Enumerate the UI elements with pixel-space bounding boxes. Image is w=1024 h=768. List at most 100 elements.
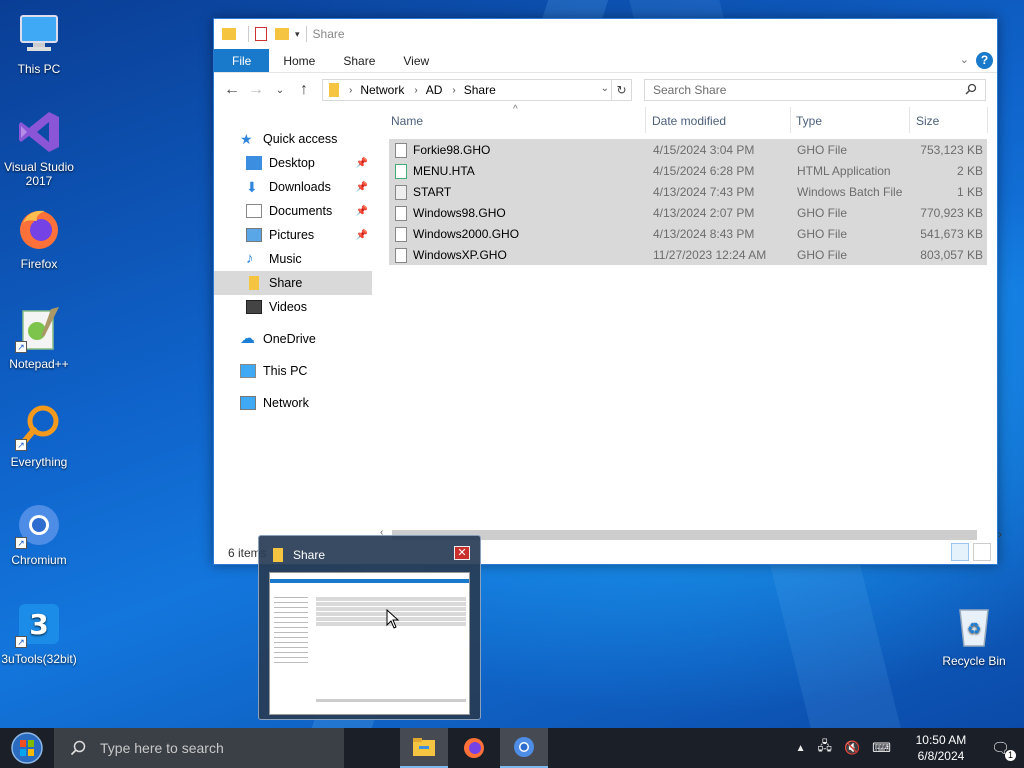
- keyboard-icon[interactable]: ⌨: [872, 740, 891, 756]
- column-date[interactable]: Date modified: [652, 114, 726, 128]
- expand-ribbon-icon[interactable]: ⌄: [960, 53, 969, 66]
- nav-label: Videos: [269, 300, 307, 314]
- recycle-bin-icon: ♻: [950, 602, 998, 650]
- recent-locations-icon[interactable]: ⌄: [268, 85, 292, 96]
- batch-file-icon: [395, 185, 407, 200]
- new-folder-icon[interactable]: [275, 28, 289, 40]
- tab-home[interactable]: Home: [269, 49, 329, 72]
- nav-network[interactable]: Network: [214, 391, 372, 415]
- breadcrumb-separator[interactable]: ›: [349, 85, 352, 96]
- nav-quick-access[interactable]: ★ Quick access: [214, 127, 372, 151]
- up-arrow-icon[interactable]: ↑: [292, 81, 316, 99]
- desktop-icon-this-pc[interactable]: This PC: [1, 10, 77, 76]
- large-icons-view-icon[interactable]: [973, 543, 991, 561]
- breadcrumb-separator[interactable]: ›: [452, 85, 455, 96]
- taskbar-search-input[interactable]: Type here to search: [54, 728, 344, 768]
- file-row[interactable]: Forkie98.GHO 4/15/2024 3:04 PM GHO File …: [389, 139, 987, 160]
- taskbar-chromium[interactable]: [500, 728, 548, 768]
- search-placeholder: Search Share: [653, 83, 727, 97]
- nav-desktop[interactable]: Desktop 📌: [214, 151, 372, 175]
- details-view-icon[interactable]: [951, 543, 969, 561]
- column-divider[interactable]: [987, 107, 988, 133]
- explorer-window[interactable]: ▾ Share File Home Share View ⌄ ? ← → ⌄ ↑…: [213, 18, 1002, 565]
- column-divider[interactable]: [645, 107, 646, 133]
- file-date: 4/15/2024 3:04 PM: [653, 143, 755, 157]
- nav-label: Documents: [269, 204, 333, 218]
- system-tray: ▲ 🖧 🔇 ⌨ 10:50 AM 6/8/2024 🗨 1: [790, 728, 1024, 768]
- file-row[interactable]: Windows98.GHO 4/13/2024 2:07 PM GHO File…: [389, 202, 987, 223]
- desktop-icon-recycle-bin[interactable]: ♻ Recycle Bin: [936, 602, 1012, 668]
- show-hidden-icons-icon[interactable]: ▲: [796, 743, 806, 754]
- nav-downloads[interactable]: ⬇ Downloads 📌: [214, 175, 372, 199]
- desktop-folder-icon: [246, 156, 262, 170]
- notepadpp-icon: ↗: [15, 305, 63, 353]
- clock[interactable]: 10:50 AM 6/8/2024: [907, 732, 975, 764]
- quick-access-dropdown-icon[interactable]: ▾: [295, 29, 300, 40]
- file-type: HTML Application: [797, 164, 891, 178]
- breadcrumb-share[interactable]: Share: [464, 83, 496, 97]
- file-size: 1 KB: [956, 185, 983, 199]
- column-divider[interactable]: [909, 107, 910, 133]
- refresh-icon[interactable]: ↻: [611, 80, 631, 100]
- address-dropdown-icon[interactable]: ⌄: [601, 83, 609, 94]
- pin-icon[interactable]: 📌: [356, 230, 368, 241]
- taskbar-file-explorer[interactable]: [400, 728, 448, 768]
- breadcrumb-separator[interactable]: ›: [414, 85, 417, 96]
- nav-documents[interactable]: Documents 📌: [214, 199, 372, 223]
- star-icon: ★: [240, 131, 253, 147]
- taskbar-thumbnail-preview[interactable]: Share ✕: [258, 535, 481, 720]
- breadcrumb-network[interactable]: Network: [360, 83, 404, 97]
- desktop-icon-firefox[interactable]: Firefox: [1, 205, 77, 271]
- tab-view[interactable]: View: [389, 49, 443, 72]
- taskbar-firefox[interactable]: [450, 728, 498, 768]
- nav-this-pc[interactable]: This PC: [214, 359, 372, 383]
- properties-icon[interactable]: [255, 27, 267, 41]
- forward-arrow-icon[interactable]: →: [244, 81, 268, 99]
- mouse-cursor-icon: [386, 609, 400, 629]
- everything-icon: ↗: [15, 403, 63, 451]
- nav-videos[interactable]: Videos: [214, 295, 372, 319]
- address-bar[interactable]: › Network › AD › Share ⌄ ↻: [322, 79, 632, 101]
- desktop-icon-chromium[interactable]: ↗ Chromium: [1, 501, 77, 567]
- column-name[interactable]: Name: [391, 114, 423, 128]
- nav-pictures[interactable]: Pictures 📌: [214, 223, 372, 247]
- file-size: 541,673 KB: [920, 227, 983, 241]
- pin-icon[interactable]: 📌: [356, 182, 368, 193]
- breadcrumb-ad[interactable]: AD: [426, 83, 443, 97]
- help-icon[interactable]: ?: [976, 52, 993, 69]
- desktop-icon-everything[interactable]: ↗ Everything: [1, 403, 77, 469]
- column-divider[interactable]: [790, 107, 791, 133]
- nav-music[interactable]: ♪ Music: [214, 247, 372, 271]
- column-size[interactable]: Size: [916, 114, 939, 128]
- search-icon: [70, 740, 86, 756]
- desktop-icon-notepadpp[interactable]: ↗ Notepad++: [1, 305, 77, 371]
- back-arrow-icon[interactable]: ←: [220, 81, 244, 99]
- search-icon: [965, 83, 977, 95]
- search-input[interactable]: Search Share: [644, 79, 986, 101]
- notification-icon[interactable]: 🗨 1: [991, 739, 1016, 761]
- file-row[interactable]: WindowsXP.GHO 11/27/2023 12:24 AM GHO Fi…: [389, 244, 987, 265]
- start-button[interactable]: [0, 728, 54, 768]
- computer-icon: [15, 10, 63, 58]
- pin-icon[interactable]: 📌: [356, 158, 368, 169]
- preview-thumbnail[interactable]: [269, 572, 470, 715]
- scroll-right-icon[interactable]: ›: [998, 527, 1002, 541]
- volume-muted-icon[interactable]: 🔇: [844, 740, 860, 756]
- pin-icon[interactable]: 📌: [356, 206, 368, 217]
- column-type[interactable]: Type: [796, 114, 822, 128]
- file-row[interactable]: MENU.HTA 4/15/2024 6:28 PM HTML Applicat…: [389, 160, 987, 181]
- tab-share[interactable]: Share: [329, 49, 389, 72]
- shortcut-arrow-icon: ↗: [15, 537, 27, 549]
- title-bar[interactable]: ▾ Share: [214, 19, 997, 49]
- desktop-icon-visual-studio[interactable]: Visual Studio 2017: [1, 108, 77, 188]
- close-icon[interactable]: ✕: [454, 546, 470, 560]
- taskbar: Type here to search ▲ 🖧 🔇 ⌨ 10:50 AM 6/8…: [0, 728, 1024, 768]
- file-row[interactable]: Windows2000.GHO 4/13/2024 8:43 PM GHO Fi…: [389, 223, 987, 244]
- file-row[interactable]: START 4/13/2024 7:43 PM Windows Batch Fi…: [389, 181, 987, 202]
- nav-onedrive[interactable]: ☁ OneDrive: [214, 327, 372, 351]
- network-icon: [240, 396, 256, 410]
- network-icon[interactable]: 🖧: [818, 737, 833, 759]
- tab-file[interactable]: File: [214, 49, 270, 72]
- nav-share[interactable]: Share: [214, 271, 372, 295]
- desktop-icon-3utools[interactable]: 3 ↗ 3uTools(32bit): [1, 600, 77, 666]
